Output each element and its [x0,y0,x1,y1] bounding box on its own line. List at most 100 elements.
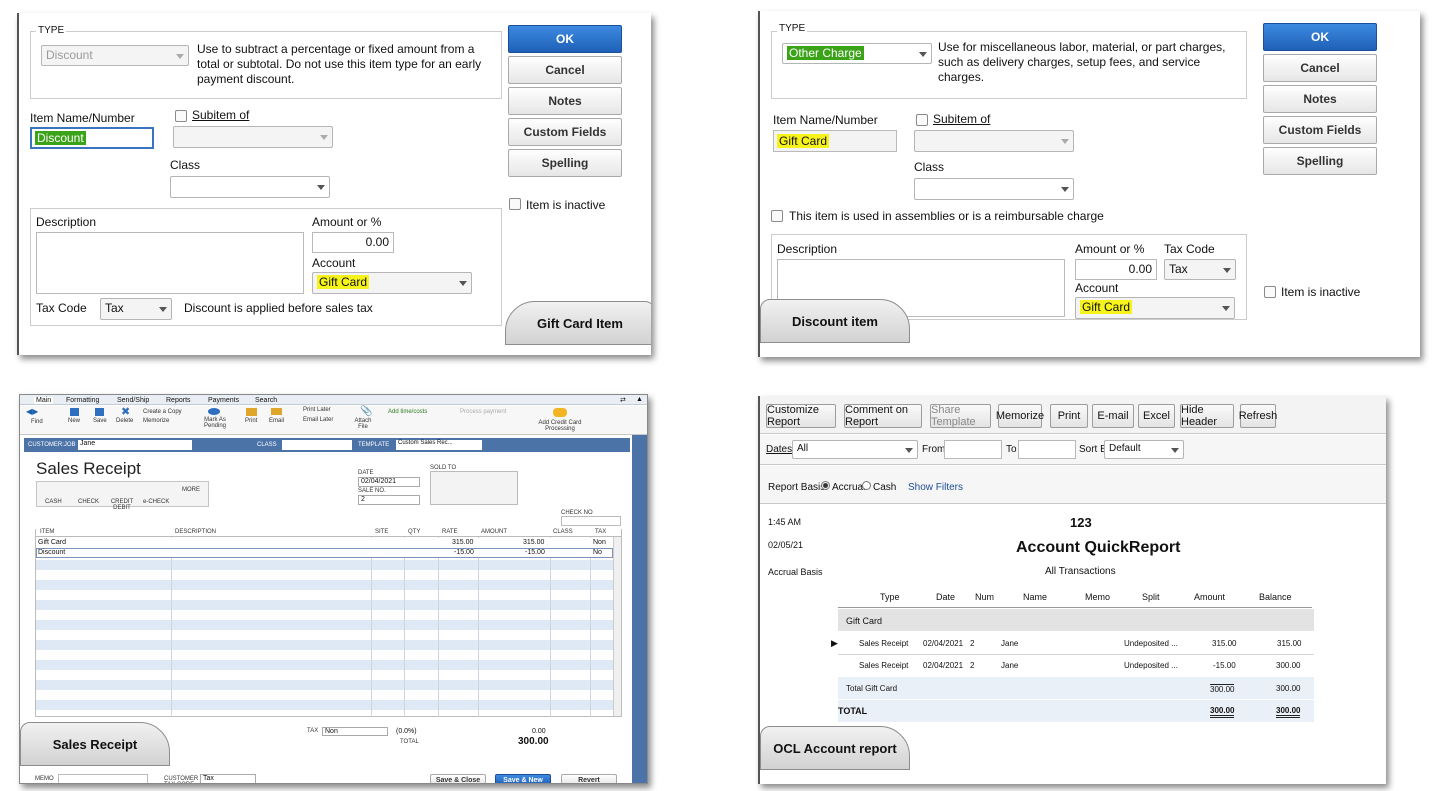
email-button[interactable]: E-mail [1092,404,1134,428]
email-later-checkbox[interactable]: Email Later [303,417,333,423]
pay-echeck[interactable]: e-CHECK [143,499,169,505]
pay-check[interactable]: CHECK [78,499,99,505]
col-date: Date [936,592,956,602]
expand-icon[interactable]: ⇄ [620,396,626,404]
excel-button[interactable]: Excel [1138,404,1175,428]
print-later-checkbox[interactable]: Print Later [303,407,331,413]
template-select[interactable]: Custom Sales Rec... [396,440,482,450]
accrual-radio[interactable] [821,481,830,490]
print-button[interactable]: Print [245,418,257,424]
cancel-button[interactable]: Cancel [508,56,622,84]
cash-radio[interactable] [862,481,871,490]
memo-input[interactable] [58,774,148,783]
pay-more[interactable]: MORE [182,487,200,493]
prev-icon[interactable]: ◀▶ [26,407,38,416]
from-input[interactable] [944,440,1002,459]
customer-tax-code-select[interactable]: Tax [200,774,256,783]
subitem-select[interactable] [914,130,1074,152]
print-button[interactable]: Print [1050,404,1088,428]
tax-code-select[interactable]: Tax [1164,259,1236,280]
hide-header-button[interactable]: Hide Header [1180,404,1234,428]
gift-card-item-window: TYPE Discount Use to subtract a percenta… [17,13,651,355]
comment-report-button[interactable]: Comment on Report [844,404,922,428]
date-label: DATE [358,470,374,476]
amount-input[interactable]: 0.00 [1075,259,1157,280]
find-button[interactable]: Find [31,419,43,425]
dates-select[interactable]: All [792,440,918,459]
type-select[interactable]: Other Charge [782,43,932,64]
group-total-label: Total Gift Card [846,684,898,693]
subitem-select[interactable] [173,126,333,148]
to-input[interactable] [1018,440,1076,459]
amount-input[interactable]: 0.00 [312,232,394,253]
subitem-checkbox[interactable] [916,114,928,126]
show-filters-link[interactable]: Show Filters [908,482,963,493]
menu-tab-reports[interactable]: Reports [166,397,191,404]
sold-to-input[interactable] [430,471,518,505]
menu-tab-send-ship[interactable]: Send/Ship [117,397,149,404]
dates-label: Dates [766,444,793,455]
ok-button[interactable]: OK [1263,23,1377,51]
check-no-input[interactable] [561,516,621,526]
col-num: Num [975,592,995,602]
custom-fields-button[interactable]: Custom Fields [1263,116,1377,144]
inactive-checkbox[interactable] [1264,286,1276,298]
pay-cash[interactable]: CASH [45,499,62,505]
collapse-icon[interactable]: ▲ [636,396,643,403]
account-select[interactable]: Gift Card [1075,297,1235,319]
account-select[interactable]: Gift Card [312,272,472,294]
menu-tab-payments[interactable]: Payments [208,397,239,404]
new-button[interactable]: New [68,418,80,424]
customer-job-select[interactable]: Jane [78,440,192,450]
refresh-button[interactable]: Refresh [1239,404,1277,428]
mark-pending-button[interactable]: Mark As Pending [201,417,229,429]
tax-select[interactable]: Non [322,727,388,736]
share-template-button[interactable]: Share Template [930,404,991,428]
menu-tab-formatting[interactable]: Formatting [66,397,99,404]
description-input[interactable] [36,232,304,294]
ok-button[interactable]: OK [508,25,622,53]
tax-code-select[interactable]: Tax [100,298,172,320]
class-select[interactable] [914,178,1074,200]
menu-tab-search[interactable]: Search [255,397,277,404]
customize-report-button[interactable]: Customize Report [766,404,836,428]
save-new-button[interactable]: Save & New [495,774,551,783]
item-name-input[interactable]: Gift Card [773,130,897,152]
attach-file-button[interactable]: Attach File [353,418,373,430]
memorize-button[interactable]: Memorize [143,418,169,424]
class-select[interactable] [170,176,330,198]
group-row [838,609,1314,631]
inactive-checkbox[interactable] [509,198,521,210]
revert-button[interactable]: Revert [561,774,617,783]
process-payment-checkbox[interactable]: Process payment [460,409,506,415]
accrual-label: Accrual [832,482,866,493]
save-close-button[interactable]: Save & Close [430,774,486,783]
type-description: Use for miscellaneous labor, material, o… [938,40,1226,84]
chevron-down-icon [159,307,167,312]
add-cc-processing-button[interactable]: Add Credit Card Processing [532,420,588,432]
cancel-button[interactable]: Cancel [1263,54,1377,82]
spelling-button[interactable]: Spelling [508,149,622,177]
menu-tab-main[interactable]: Main [34,397,54,404]
date-input[interactable]: 02/04/2021 [358,477,420,487]
custom-fields-button[interactable]: Custom Fields [508,118,622,146]
sort-by-select[interactable]: Default [1104,440,1184,459]
subitem-checkbox[interactable] [175,110,187,122]
email-button[interactable]: Email [269,418,284,424]
class-select[interactable] [282,440,352,450]
memorize-button[interactable]: Memorize [996,404,1044,428]
save-button[interactable]: Save [93,418,107,424]
notes-button[interactable]: Notes [508,87,622,115]
add-time-costs-button[interactable]: Add time/costs [388,409,427,415]
notes-button[interactable]: Notes [1263,85,1377,113]
pay-credit-debit[interactable]: CREDIT DEBIT [110,499,134,511]
spelling-button[interactable]: Spelling [1263,147,1377,175]
type-select[interactable]: Discount [41,45,189,66]
create-copy-button[interactable]: Create a Copy [143,409,182,415]
sale-no-input[interactable]: 2 [358,495,420,505]
grid-scrollbar[interactable] [613,537,621,716]
item-name-input[interactable]: Discount [30,127,154,149]
assemblies-checkbox[interactable] [771,210,783,222]
chevron-down-icon [317,185,325,190]
delete-button[interactable]: Delete [116,418,133,424]
